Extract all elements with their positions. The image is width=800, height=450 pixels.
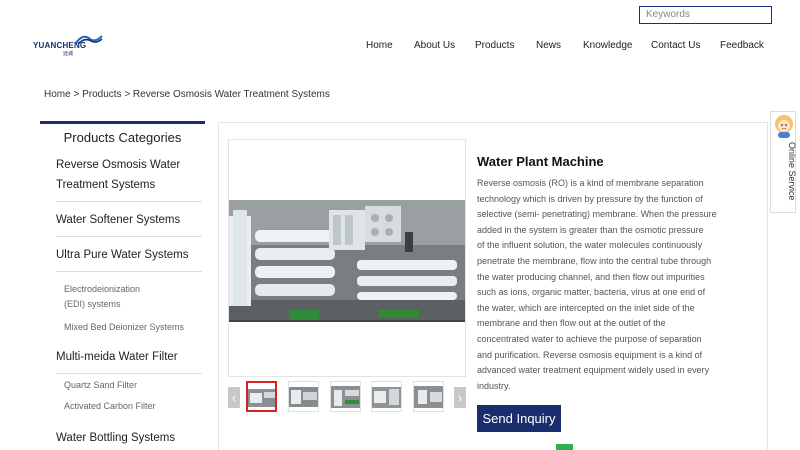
thumbnail[interactable] (330, 381, 361, 412)
product-title: Water Plant Machine (477, 154, 604, 169)
thumb-prev-arrow[interactable]: ‹ (228, 387, 240, 408)
sidebar-subcategory[interactable]: Quartz Sand Filter (64, 374, 205, 395)
thumbnail-image (248, 389, 275, 407)
sidebar-title: Products Categories (40, 121, 205, 147)
breadcrumb[interactable]: Home > Products > Reverse Osmosis Water … (44, 89, 330, 100)
sidebar-category[interactable]: Multi-meida Water Filter (56, 341, 202, 374)
chat-widget-icon[interactable] (556, 444, 573, 450)
nav-products[interactable]: Products (475, 40, 514, 51)
product-categories-sidebar: Products Categories Reverse Osmosis Wate… (40, 121, 205, 450)
nav-news[interactable]: News (536, 40, 561, 51)
sidebar-subcategory[interactable]: Activated Carbon Filter (64, 395, 205, 420)
thumbnail[interactable] (371, 381, 402, 412)
product-description: Reverse osmosis (RO) is a kind of membra… (477, 178, 717, 391)
online-service-label: Online Service (787, 142, 797, 201)
main-nav: Home About Us Products News Knowledge Co… (0, 40, 800, 54)
send-inquiry-button[interactable]: Send Inquiry (477, 405, 561, 432)
thumbnail[interactable] (288, 381, 319, 412)
sidebar-category[interactable]: Ultra Pure Water Systems (56, 237, 202, 272)
sidebar-subcategory[interactable]: Electrodeionization (EDI) systems (64, 272, 205, 316)
nav-about-us[interactable]: About Us (414, 40, 455, 51)
nav-feedback[interactable]: Feedback (720, 40, 764, 51)
nav-contact-us[interactable]: Contact Us (651, 40, 700, 51)
thumbnail[interactable] (246, 381, 277, 412)
search-input[interactable]: Keywords (639, 6, 772, 24)
nav-home[interactable]: Home (366, 40, 393, 51)
nav-knowledge[interactable]: Knowledge (583, 40, 632, 51)
sidebar-category[interactable]: Reverse Osmosis Water Treatment Systems (56, 147, 202, 202)
sidebar-category[interactable]: Water Bottling Systems (56, 420, 202, 450)
thumbnail-image (414, 386, 443, 408)
water-plant-image (229, 200, 465, 322)
thumbnail-image (289, 387, 318, 407)
online-service-tab[interactable]: Online Service (770, 111, 797, 213)
agent-avatar-icon (775, 115, 793, 138)
thumbnail-image (372, 387, 401, 408)
product-main-image[interactable] (228, 139, 466, 377)
thumb-next-arrow[interactable]: › (454, 387, 466, 408)
thumbnail-image (331, 386, 360, 408)
sidebar-category[interactable]: Water Softener Systems (56, 202, 202, 237)
thumbnail[interactable] (413, 381, 444, 412)
sidebar-subcategory[interactable]: Mixed Bed Deionizer Systems (64, 316, 205, 341)
